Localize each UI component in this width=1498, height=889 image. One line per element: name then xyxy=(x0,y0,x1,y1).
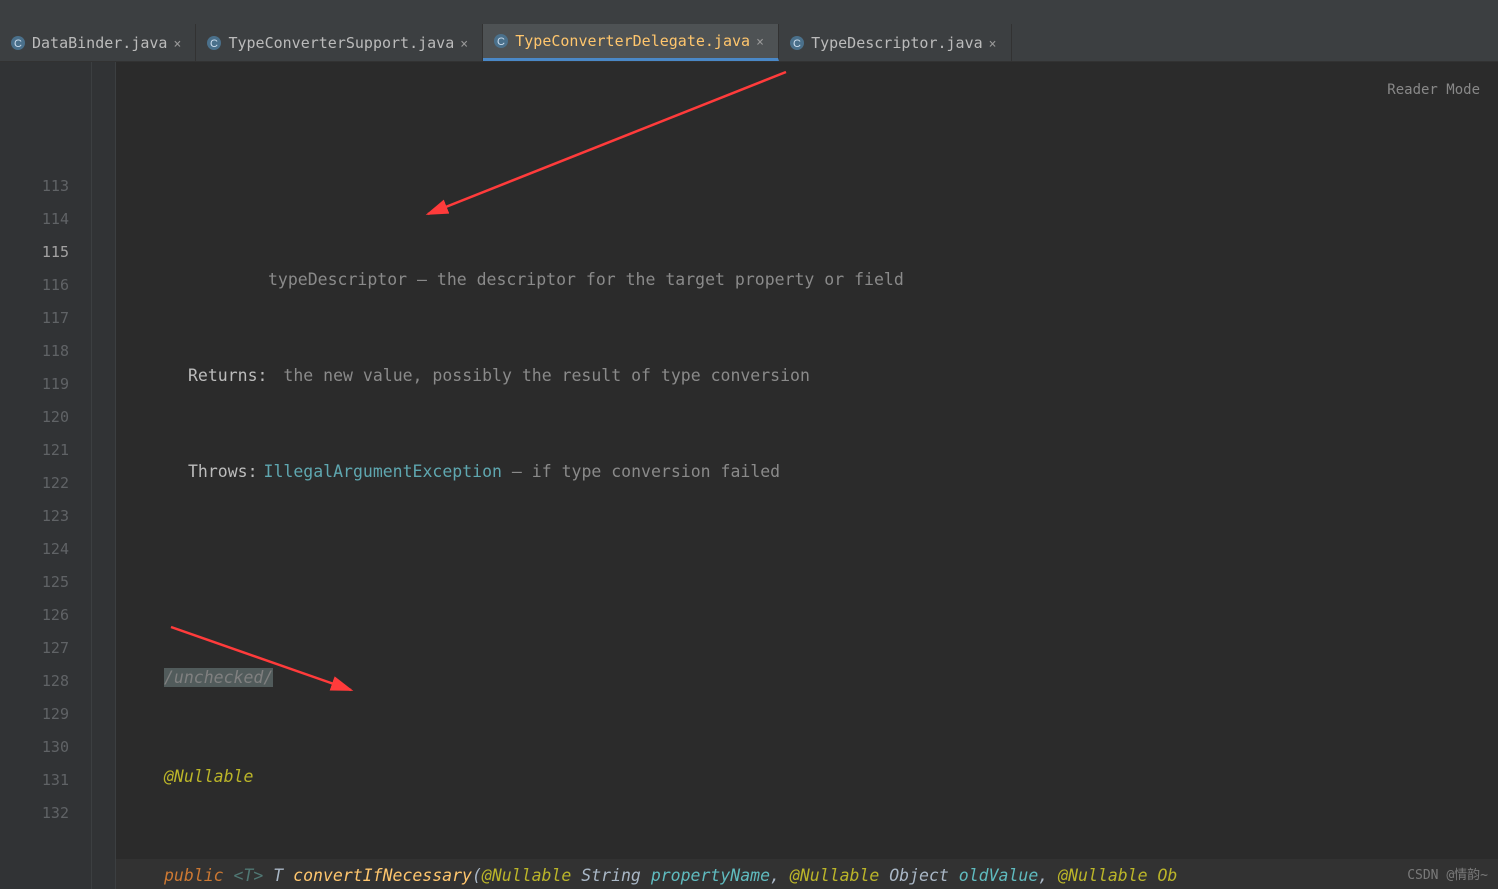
doc-throws-label: Throws: xyxy=(188,462,264,481)
tab-databinder[interactable]: C DataBinder.java × xyxy=(0,24,196,61)
line-number: 120 xyxy=(14,401,69,434)
close-icon[interactable]: × xyxy=(460,37,472,49)
close-icon[interactable]: × xyxy=(756,35,768,47)
close-icon[interactable]: × xyxy=(173,37,185,49)
line-number: 125 xyxy=(14,566,69,599)
line-number: 122 xyxy=(14,467,69,500)
line-number: 132 xyxy=(14,797,69,830)
javadoc-block: typeDescriptor – the descriptor for the … xyxy=(116,194,1498,562)
line-number: 114 xyxy=(14,203,69,236)
line-number: 128 xyxy=(14,665,69,698)
doc-returns-label: Returns: xyxy=(188,366,273,385)
class-icon: C xyxy=(206,35,222,51)
code-line[interactable]: /unchecked/ xyxy=(116,661,1498,694)
line-number: 119 xyxy=(14,368,69,401)
line-number: 126 xyxy=(14,599,69,632)
doc-throws-text: – if type conversion failed xyxy=(502,462,780,481)
watermark: CSDN @情韵~ xyxy=(1407,864,1488,883)
doc-param-name: typeDescriptor xyxy=(188,270,407,289)
editor-area: 113 114 115 116 117 118 119 120 121 122 … xyxy=(0,62,1498,889)
line-number: 130 xyxy=(14,731,69,764)
svg-text:C: C xyxy=(793,38,801,50)
doc-throws-link[interactable]: IllegalArgumentException xyxy=(264,462,502,481)
line-number: 129 xyxy=(14,698,69,731)
class-icon: C xyxy=(10,35,26,51)
line-number: 115 xyxy=(14,236,69,269)
tab-typedescriptor[interactable]: C TypeDescriptor.java × xyxy=(779,24,1012,61)
code-line[interactable]: public <T> T convertIfNecessary(@Nullabl… xyxy=(116,859,1498,889)
class-icon: C xyxy=(493,33,509,49)
doc-returns-text: the new value, possibly the result of ty… xyxy=(273,366,809,385)
close-icon[interactable]: × xyxy=(989,37,1001,49)
code-line[interactable]: @Nullable xyxy=(116,760,1498,793)
tabs-row-top xyxy=(0,0,1498,24)
code-editor[interactable]: Reader Mode typeDescriptor – the descrip… xyxy=(116,62,1498,889)
tab-typeconvertersupport[interactable]: C TypeConverterSupport.java × xyxy=(196,24,483,61)
marker-column xyxy=(0,62,14,889)
fold-column[interactable] xyxy=(92,62,116,889)
line-number: 131 xyxy=(14,764,69,797)
line-number: 121 xyxy=(14,434,69,467)
line-number: 117 xyxy=(14,302,69,335)
tab-label: TypeDescriptor.java xyxy=(811,34,983,52)
line-number: 118 xyxy=(14,335,69,368)
line-number: 123 xyxy=(14,500,69,533)
svg-text:C: C xyxy=(14,38,22,50)
svg-text:C: C xyxy=(210,38,218,50)
gutter[interactable]: 113 114 115 116 117 118 119 120 121 122 … xyxy=(14,62,92,889)
tabs-row: C DataBinder.java × C TypeConverterSuppo… xyxy=(0,24,1498,62)
line-number: 113 xyxy=(14,170,69,203)
doc-param-desc: – the descriptor for the target property… xyxy=(407,270,904,289)
tab-typeconverterdelegate[interactable]: C TypeConverterDelegate.java × xyxy=(483,24,779,61)
line-number: 116 xyxy=(14,269,69,302)
reader-mode-button[interactable]: Reader Mode xyxy=(1387,74,1480,107)
tab-label: TypeConverterSupport.java xyxy=(228,34,454,52)
tab-label: TypeConverterDelegate.java xyxy=(515,32,750,50)
svg-text:C: C xyxy=(497,36,505,48)
line-number: 127 xyxy=(14,632,69,665)
line-number: 124 xyxy=(14,533,69,566)
class-icon: C xyxy=(789,35,805,51)
tab-label: DataBinder.java xyxy=(32,34,167,52)
